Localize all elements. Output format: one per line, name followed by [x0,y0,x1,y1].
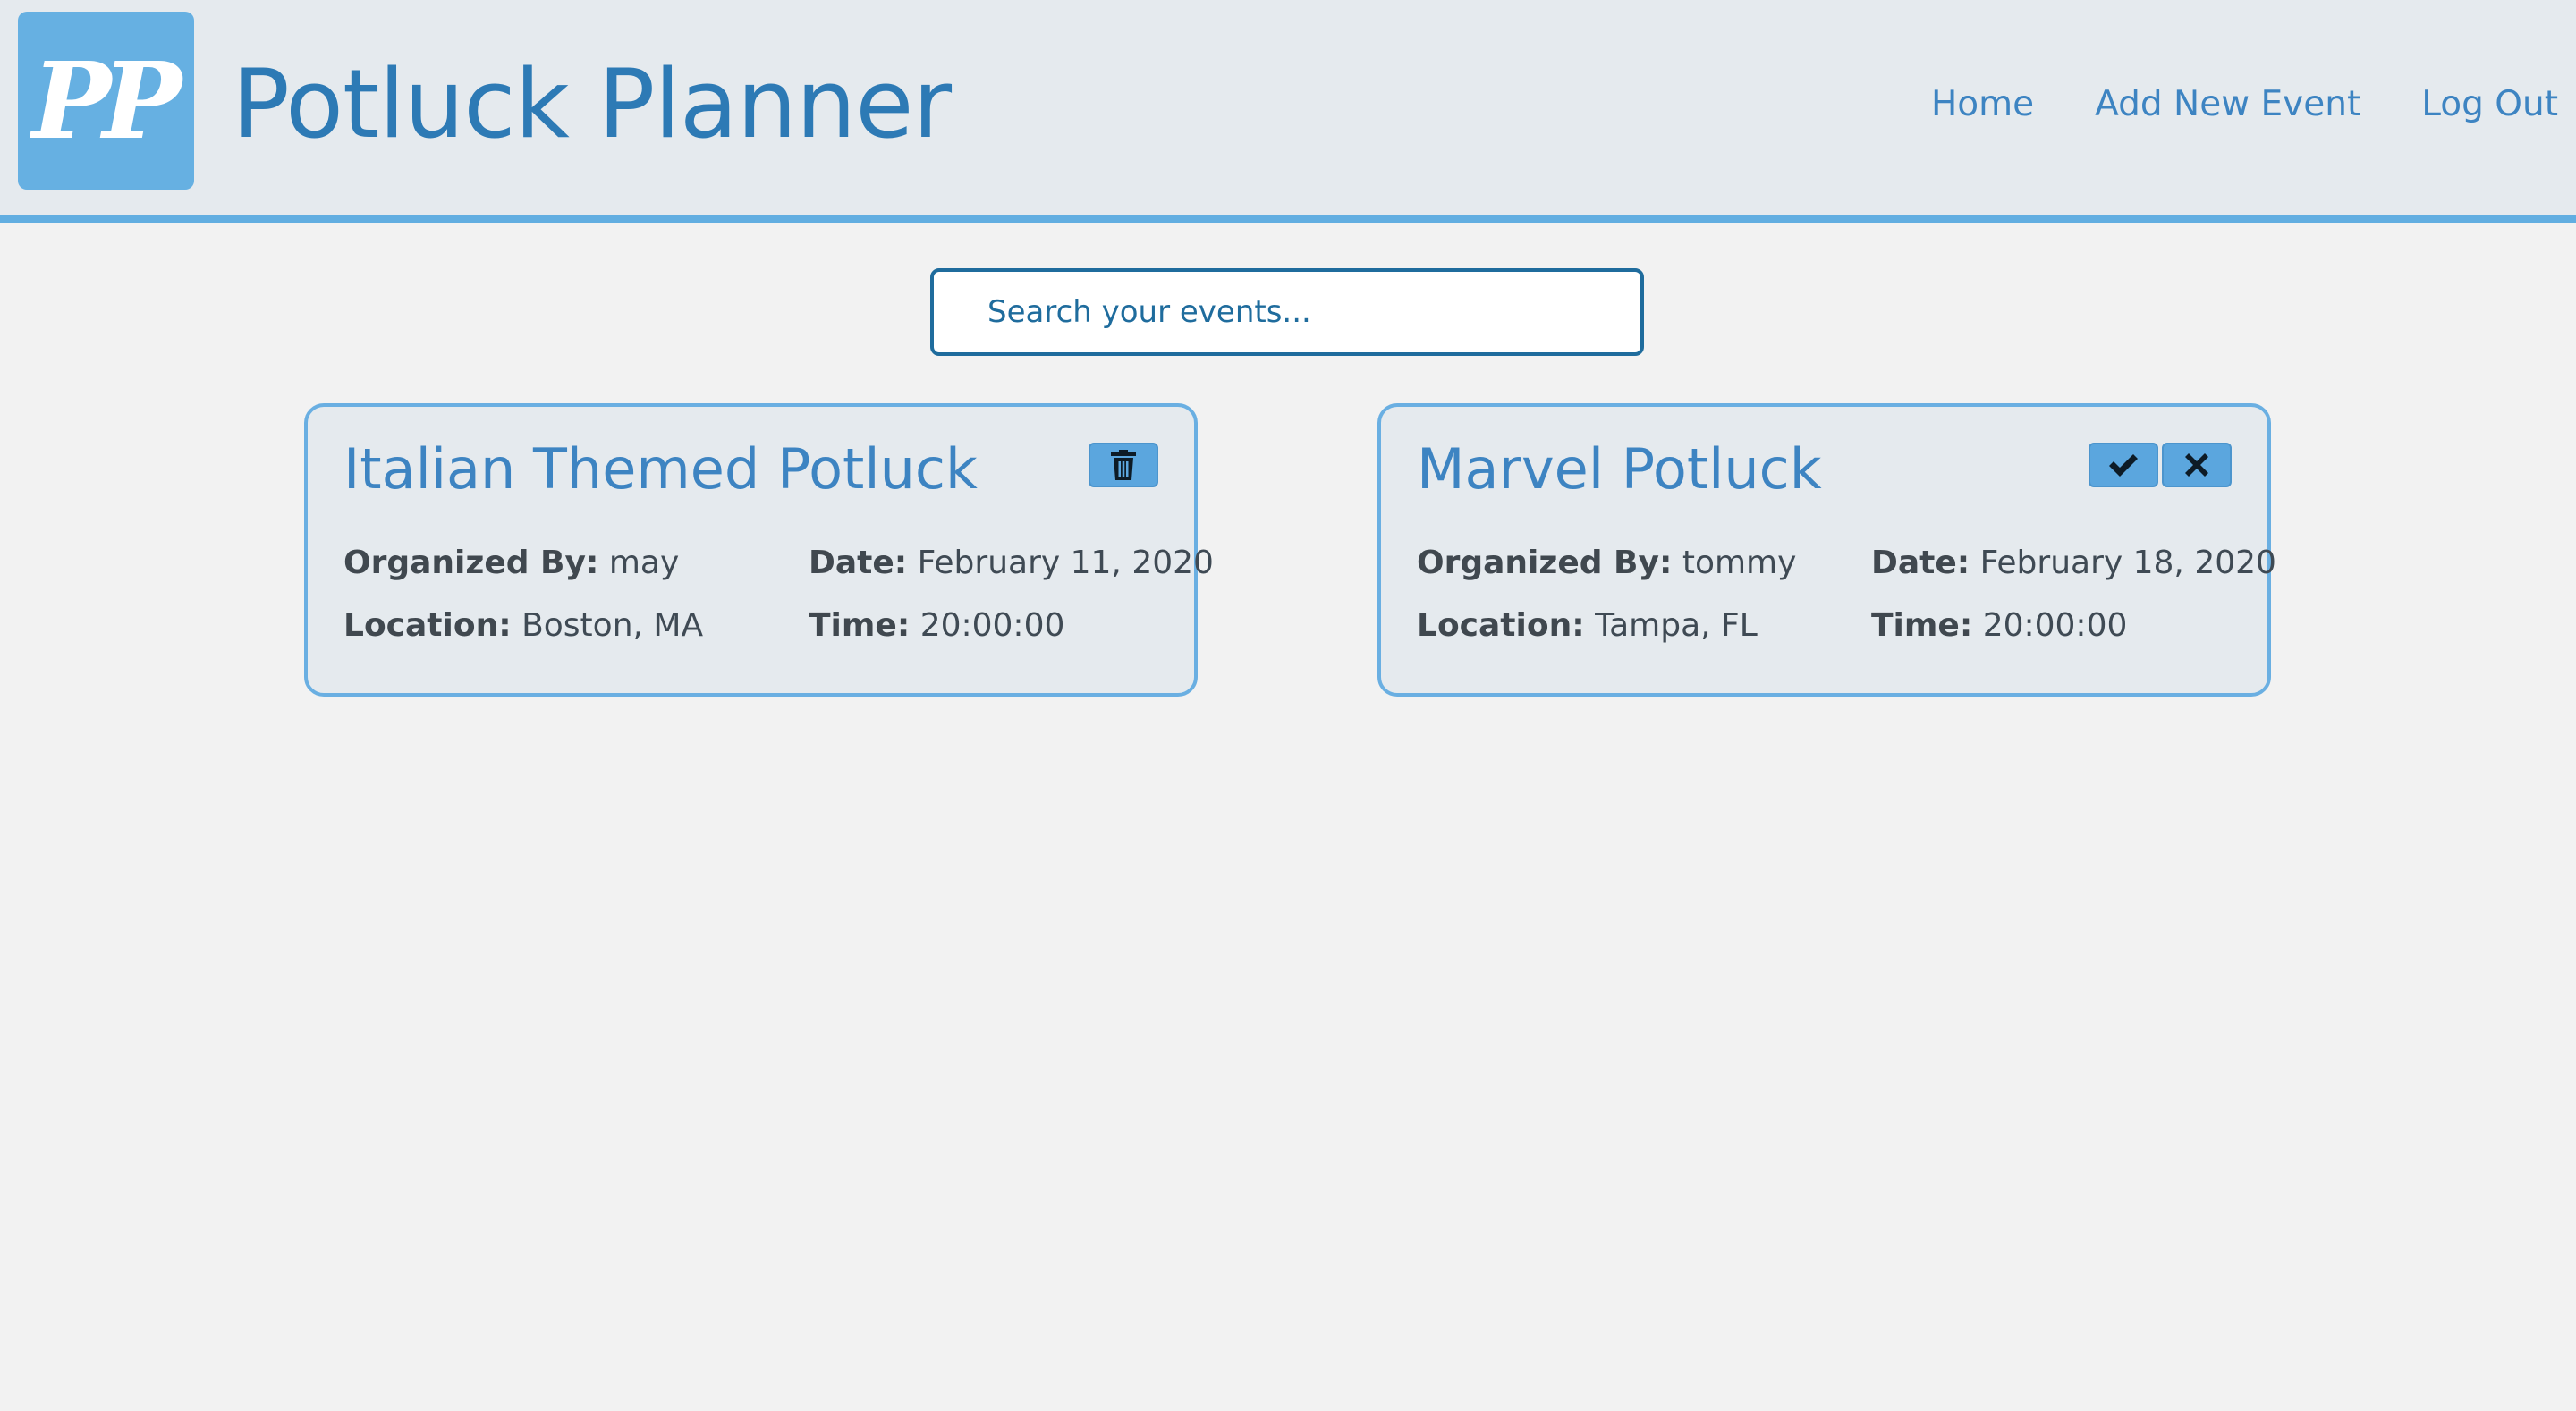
date-field: Date: February 18, 2020 [1871,541,2276,586]
event-card: Marvel Potluck Organized By: tommy Date:… [1377,403,2276,697]
time-value: 20:00:00 [1982,607,2128,644]
date-value: February 11, 2020 [917,545,1214,581]
event-details-row: Location: Boston, MA Time: 20:00:00 [343,604,1158,666]
event-details-row: Organized By: may Date: February 11, 202… [343,541,1214,604]
organizer-field: Organized By: tommy [1417,541,1796,586]
organized-by-label: Organized By: [1417,545,1673,581]
app-title: Potluck Planner [233,49,952,159]
event-details: Organized By: may Date: February 11, 202… [343,541,1214,666]
location-label: Location: [343,607,512,644]
event-title: Marvel Potluck [1417,436,1822,502]
event-title: Italian Themed Potluck [343,436,978,502]
event-card: Italian Themed Potluck Organized By: may… [304,403,1214,697]
location-field: Location: Tampa, FL [1417,604,1758,648]
time-label: Time: [1871,607,1973,644]
location-value: Tampa, FL [1595,607,1758,644]
event-actions [1089,443,1158,487]
nav-add-new-event-link[interactable]: Add New Event [2095,82,2360,127]
event-details-row: Organized By: tommy Date: February 18, 2… [1417,541,2276,604]
accept-invite-button[interactable] [2089,443,2158,487]
nav-home-link[interactable]: Home [1931,82,2034,127]
close-icon [2185,453,2208,477]
date-label: Date: [809,545,908,581]
time-field: Time: 20:00:00 [1871,604,2127,648]
delete-event-button[interactable] [1089,443,1158,487]
organizer-field: Organized By: may [343,541,679,586]
decline-invite-button[interactable] [2162,443,2232,487]
check-icon [2109,454,2138,477]
date-label: Date: [1871,545,1970,581]
time-label: Time: [809,607,911,644]
app-logo[interactable]: PP [18,12,194,190]
event-details: Organized By: tommy Date: February 18, 2… [1417,541,2276,666]
event-details-row: Location: Tampa, FL Time: 20:00:00 [1417,604,2232,666]
location-label: Location: [1417,607,1585,644]
time-field: Time: 20:00:00 [809,604,1064,648]
date-value: February 18, 2020 [1979,545,2276,581]
organizer-value: may [608,545,680,581]
app-header: PP Potluck Planner Home Add New Event Lo… [0,0,2576,223]
nav-log-out-link[interactable]: Log Out [2421,82,2558,127]
search-input[interactable] [934,272,1640,352]
location-value: Boston, MA [521,607,704,644]
date-field: Date: February 11, 2020 [809,541,1214,586]
time-value: 20:00:00 [919,607,1065,644]
location-field: Location: Boston, MA [343,604,703,648]
organizer-value: tommy [1682,545,1797,581]
logo-text: PP [31,38,182,163]
event-actions [2089,443,2232,487]
organized-by-label: Organized By: [343,545,599,581]
search-box [930,268,1644,356]
main-nav: Home Add New Event Log Out [1931,82,2558,127]
trash-icon [1111,450,1136,480]
